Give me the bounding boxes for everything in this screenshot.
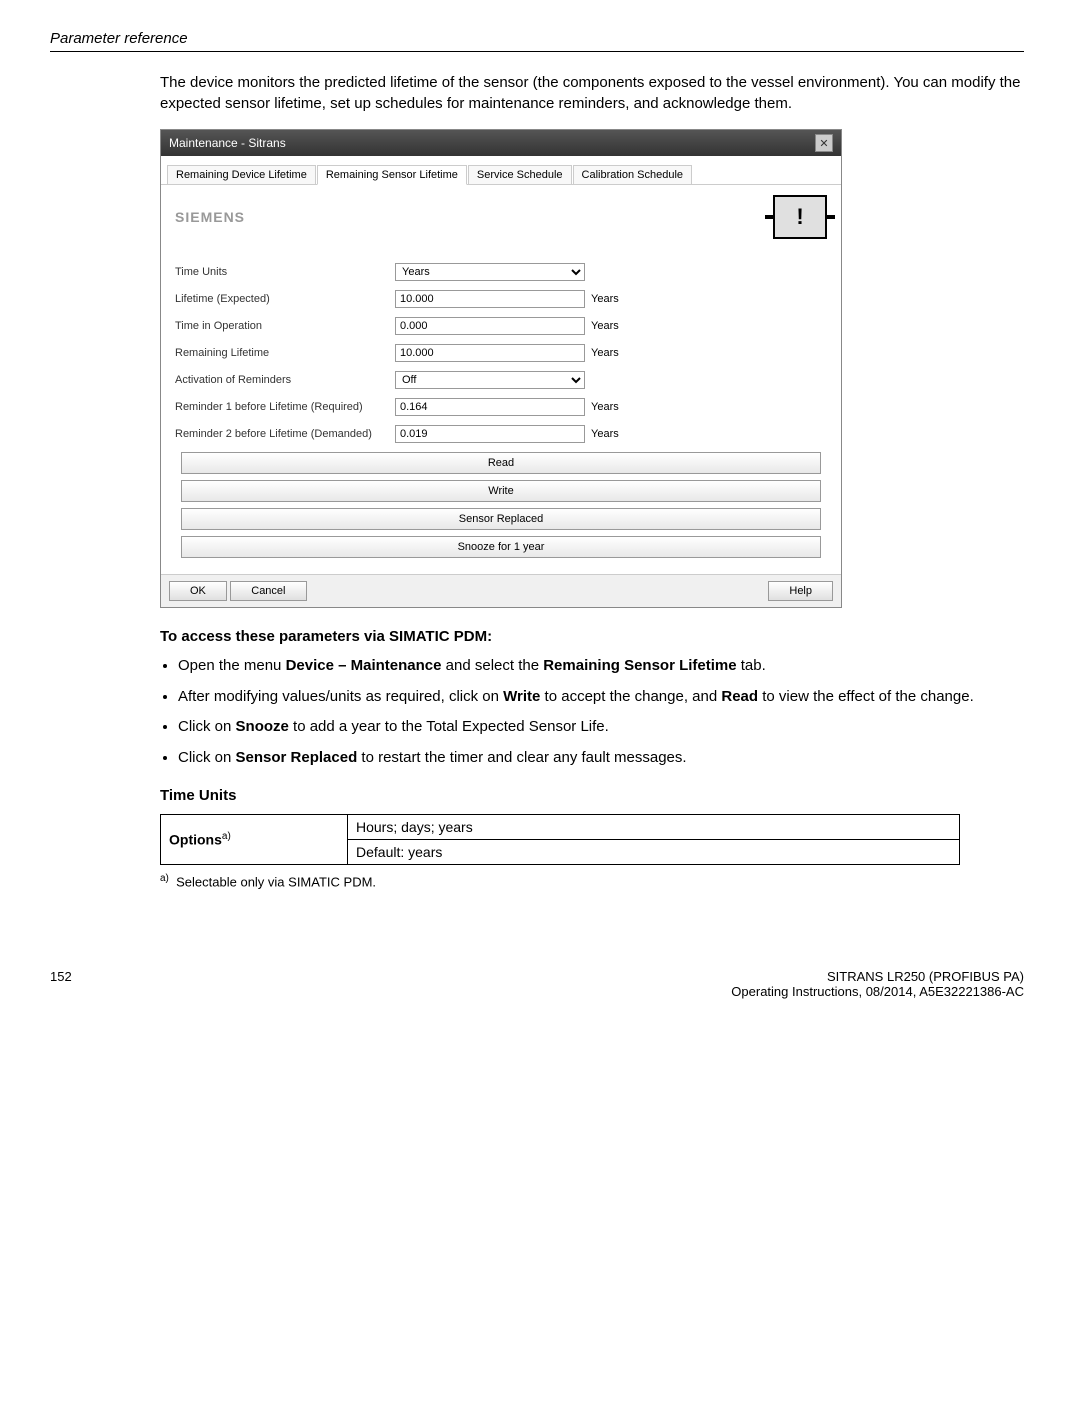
- row-time-units: Time Units Years: [175, 263, 827, 281]
- input-time-in-operation[interactable]: [395, 317, 585, 335]
- siemens-logo: SIEMENS: [175, 209, 245, 225]
- alert-icon: !: [773, 195, 827, 239]
- dialog-footer: OK Cancel Help: [161, 574, 841, 607]
- input-reminder-1[interactable]: [395, 398, 585, 416]
- instruction-2: After modifying values/units as required…: [178, 686, 1024, 709]
- instructions-list: Open the menu Device – Maintenance and s…: [160, 655, 1024, 769]
- dialog-body: SIEMENS ! Time Units Years Lifetime (Exp…: [161, 185, 841, 574]
- label-time-in-operation: Time in Operation: [175, 320, 395, 332]
- row-activation-reminders: Activation of Reminders Off: [175, 371, 827, 389]
- input-remaining-lifetime[interactable]: [395, 344, 585, 362]
- row-remaining-lifetime: Remaining Lifetime Years: [175, 344, 827, 362]
- instruction-4: Click on Sensor Replaced to restart the …: [178, 747, 1024, 770]
- dialog-tabs: Remaining Device Lifetime Remaining Sens…: [161, 156, 841, 185]
- write-button[interactable]: Write: [181, 480, 821, 502]
- sensor-replaced-button[interactable]: Sensor Replaced: [181, 508, 821, 530]
- header-divider: [50, 51, 1024, 52]
- dialog-title: Maintenance - Sitrans: [169, 136, 286, 150]
- input-reminder-2[interactable]: [395, 425, 585, 443]
- options-table: Optionsa) Hours; days; years Default: ye…: [160, 814, 960, 865]
- row-lifetime-expected: Lifetime (Expected) Years: [175, 290, 827, 308]
- product-name: SITRANS LR250 (PROFIBUS PA): [731, 969, 1024, 984]
- help-button[interactable]: Help: [768, 581, 833, 601]
- select-activation-reminders[interactable]: Off: [395, 371, 585, 389]
- instruction-3: Click on Snooze to add a year to the Tot…: [178, 716, 1024, 739]
- row-reminder-1: Reminder 1 before Lifetime (Required) Ye…: [175, 398, 827, 416]
- options-label-cell: Optionsa): [161, 815, 348, 865]
- tab-calibration-schedule[interactable]: Calibration Schedule: [573, 165, 693, 185]
- doc-info: Operating Instructions, 08/2014, A5E3222…: [731, 984, 1024, 999]
- read-button[interactable]: Read: [181, 452, 821, 474]
- unit-lifetime-expected: Years: [591, 293, 619, 305]
- options-values-cell: Hours; days; years: [348, 815, 960, 840]
- page-number: 152: [50, 969, 72, 999]
- access-heading: To access these parameters via SIMATIC P…: [160, 628, 1024, 645]
- time-units-heading: Time Units: [160, 787, 1024, 804]
- tab-service-schedule[interactable]: Service Schedule: [468, 165, 572, 185]
- unit-remaining-lifetime: Years: [591, 347, 619, 359]
- snooze-button[interactable]: Snooze for 1 year: [181, 536, 821, 558]
- maintenance-dialog: Maintenance - Sitrans ✕ Remaining Device…: [160, 129, 842, 608]
- dialog-screenshot: Maintenance - Sitrans ✕ Remaining Device…: [160, 129, 1024, 608]
- unit-time-in-operation: Years: [591, 320, 619, 332]
- options-default-cell: Default: years: [348, 840, 960, 865]
- footnote: a) Selectable only via SIMATIC PDM.: [160, 873, 1024, 889]
- page-header-title: Parameter reference: [50, 30, 1024, 47]
- label-reminder-2: Reminder 2 before Lifetime (Demanded): [175, 428, 395, 440]
- label-time-units: Time Units: [175, 266, 395, 278]
- row-reminder-2: Reminder 2 before Lifetime (Demanded) Ye…: [175, 425, 827, 443]
- instruction-1: Open the menu Device – Maintenance and s…: [178, 655, 1024, 678]
- intro-paragraph: The device monitors the predicted lifeti…: [160, 72, 1024, 114]
- tab-remaining-device-lifetime[interactable]: Remaining Device Lifetime: [167, 165, 316, 185]
- label-reminder-1: Reminder 1 before Lifetime (Required): [175, 401, 395, 413]
- input-lifetime-expected[interactable]: [395, 290, 585, 308]
- unit-reminder-1: Years: [591, 401, 619, 413]
- unit-reminder-2: Years: [591, 428, 619, 440]
- page-footer: 152 SITRANS LR250 (PROFIBUS PA) Operatin…: [50, 969, 1024, 999]
- select-time-units[interactable]: Years: [395, 263, 585, 281]
- label-remaining-lifetime: Remaining Lifetime: [175, 347, 395, 359]
- row-time-in-operation: Time in Operation Years: [175, 317, 827, 335]
- tab-remaining-sensor-lifetime[interactable]: Remaining Sensor Lifetime: [317, 165, 467, 185]
- ok-button[interactable]: OK: [169, 581, 227, 601]
- label-lifetime-expected: Lifetime (Expected): [175, 293, 395, 305]
- label-activation-reminders: Activation of Reminders: [175, 374, 395, 386]
- dialog-titlebar: Maintenance - Sitrans ✕: [161, 130, 841, 156]
- close-icon[interactable]: ✕: [815, 134, 833, 152]
- cancel-button[interactable]: Cancel: [230, 581, 306, 601]
